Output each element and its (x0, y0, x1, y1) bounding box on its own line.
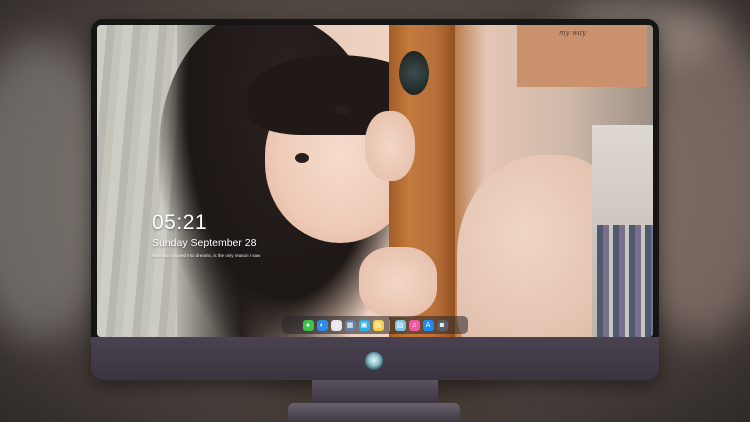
desktop-backdrop: my way 05:21 Sunday September 28 Rebelli… (0, 0, 750, 422)
lock-clock: 05:21 Sunday September 28 Rebellion pour… (152, 211, 260, 258)
clock-quote: Rebellion poured into dreams, is the onl… (152, 253, 261, 258)
camera-icon[interactable]: ◙ (436, 319, 448, 331)
wallpaper-hand (359, 247, 437, 317)
preview-icon[interactable]: ▧ (394, 319, 406, 331)
wallpaper-poster-text: my way (559, 29, 586, 37)
wallpaper-hand (365, 111, 415, 181)
wallpaper-door-handle (399, 51, 429, 95)
wallpaper-eye (295, 153, 309, 163)
monitor-stand-base (288, 403, 460, 422)
notes-icon[interactable]: ▤ (372, 319, 384, 331)
music-icon[interactable]: ♫ (408, 319, 420, 331)
monitor: my way 05:21 Sunday September 28 Rebelli… (91, 19, 659, 380)
finder-icon[interactable]: ◐ (316, 319, 328, 331)
photos-app-icon[interactable]: ▦ (344, 319, 356, 331)
monitor-stand (312, 380, 438, 405)
messages-icon[interactable]: ● (302, 319, 314, 331)
dock: ● ◐ ◷ ▦ ▣ ▤ ▧ ♫ A ◙ (282, 316, 468, 334)
wallpaper-eye (335, 105, 349, 115)
screen: my way 05:21 Sunday September 28 Rebelli… (97, 25, 653, 337)
wallpaper-books (597, 225, 653, 337)
dock-separator (388, 319, 390, 331)
launcher-icon[interactable]: ▣ (358, 319, 370, 331)
clock-time: 05:21 (152, 211, 208, 234)
brand-logo-icon (365, 352, 383, 370)
app-store-icon[interactable]: A (422, 319, 434, 331)
clock-date: Sunday September 28 (152, 237, 257, 249)
clock-icon[interactable]: ◷ (330, 319, 342, 331)
